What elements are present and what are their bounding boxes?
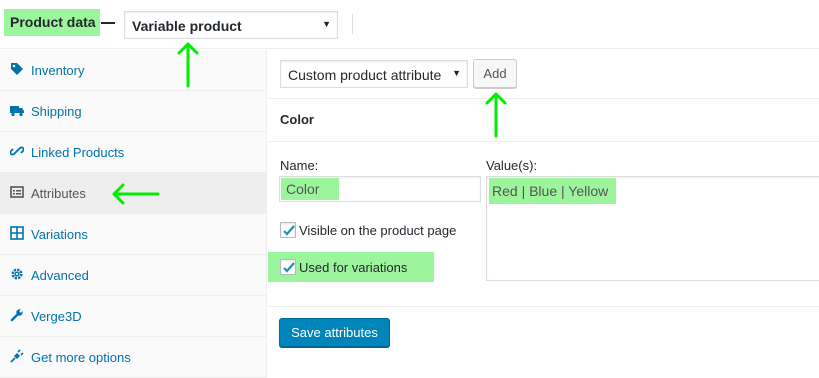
attribute-values-textarea[interactable]: Red | Blue | Yellow [486, 176, 819, 281]
attribute-values-value: Red | Blue | Yellow [492, 183, 609, 199]
product-data-header: Product data Variable product ▼ [0, 0, 819, 49]
product-type-value: Variable product [132, 18, 242, 34]
product-data-panel: Product data Variable product ▼ Inventor… [0, 0, 819, 378]
sidebar-item-get-more-options[interactable]: Get more options [0, 337, 266, 378]
divider [268, 306, 819, 307]
list-icon [10, 185, 24, 199]
gear-icon [10, 267, 24, 281]
checkmark-icon [283, 262, 295, 273]
sidebar-item-linked-products[interactable]: Linked Products [0, 132, 266, 173]
sidebar-item-variations[interactable]: Variations [0, 214, 266, 255]
product-data-tabs: Inventory Shipping Linked Products Attri… [0, 50, 267, 378]
left-arrow-icon [112, 183, 160, 205]
wrench-icon [10, 308, 24, 322]
chevron-down-icon: ▼ [322, 19, 331, 29]
sidebar-item-label: Linked Products [31, 145, 125, 160]
attribute-name-value: Color [286, 181, 320, 197]
sidebar-item-label: Verge3D [31, 309, 82, 324]
title-dash [101, 22, 115, 24]
chevron-down-icon: ▼ [452, 68, 461, 78]
tag-icon [10, 62, 24, 76]
sidebar-item-label: Inventory [31, 63, 85, 78]
sidebar-item-label: Variations [31, 227, 88, 242]
attribute-header[interactable]: Color [268, 99, 819, 142]
truck-icon [10, 103, 24, 117]
sidebar-item-shipping[interactable]: Shipping [0, 91, 266, 132]
header-divider [352, 14, 353, 34]
attribute-taxonomy-select[interactable]: Custom product attribute ▼ [280, 60, 468, 88]
visible-on-product-page-checkbox[interactable] [280, 222, 296, 238]
product-type-select[interactable]: Variable product ▼ [124, 11, 338, 39]
product-data-title: Product data [4, 9, 100, 36]
sidebar-item-label: Get more options [31, 350, 131, 365]
visible-on-product-page-label: Visible on the product page [299, 223, 457, 238]
save-attributes-button[interactable]: Save attributes [279, 318, 390, 347]
plug-icon [10, 349, 24, 363]
grid-icon [10, 226, 24, 240]
sidebar-item-verge3d[interactable]: Verge3D [0, 296, 266, 337]
values-label: Value(s): [486, 158, 538, 173]
checkmark-icon [283, 225, 295, 236]
up-arrow-icon [177, 42, 199, 88]
attributes-panel: Custom product attribute ▼ Add Color Nam… [268, 50, 819, 378]
sidebar-item-label: Advanced [31, 268, 89, 283]
name-label: Name: [280, 158, 319, 173]
sidebar-item-label: Shipping [31, 104, 82, 119]
attributes-toolbar: Custom product attribute ▼ Add [268, 50, 819, 99]
used-for-variations-label: Used for variations [299, 260, 408, 275]
add-attribute-button[interactable]: Add [473, 59, 517, 88]
sidebar-item-inventory[interactable]: Inventory [0, 50, 266, 91]
sidebar-item-label: Attributes [31, 186, 86, 201]
attribute-name-input[interactable]: Color [279, 176, 481, 202]
attribute-heading: Color [280, 112, 314, 127]
attribute-taxonomy-value: Custom product attribute [288, 67, 442, 83]
link-icon [9, 144, 25, 158]
used-for-variations-checkbox[interactable] [280, 259, 296, 275]
sidebar-item-advanced[interactable]: Advanced [0, 255, 266, 296]
up-arrow-icon [485, 92, 507, 138]
